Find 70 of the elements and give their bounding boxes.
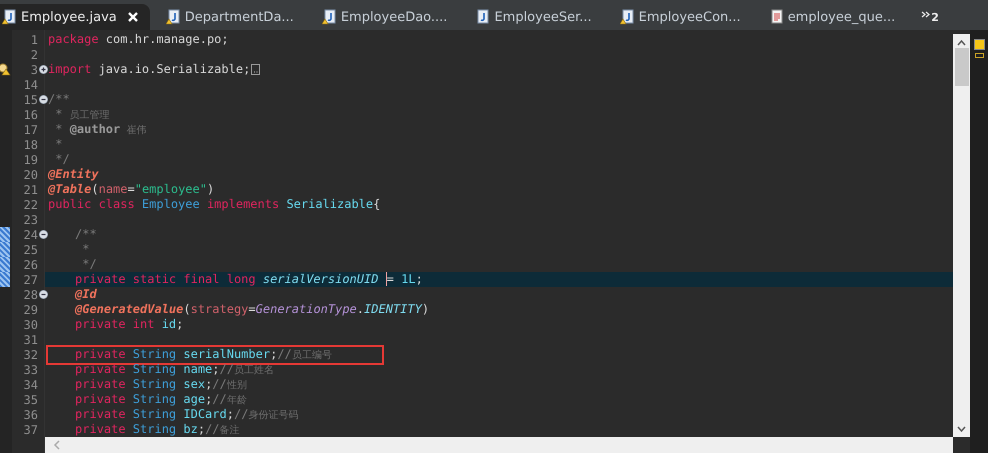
line-number: 29 <box>24 302 38 316</box>
line-number: 27 <box>24 272 38 286</box>
scrollbar-thumb[interactable] <box>954 48 968 86</box>
line-number: 19 <box>24 152 38 166</box>
line-number: 2 <box>30 48 38 62</box>
collapse-icon[interactable] <box>39 95 48 104</box>
collapse-icon[interactable] <box>39 230 48 239</box>
code-line: */ <box>81 257 97 272</box>
line-number: 18 <box>24 138 38 152</box>
code-line: @GeneratedValue(strategy=GenerationType.IDENTITY) <box>75 302 430 317</box>
editor-tab[interactable]: DepartmentDa... <box>164 4 306 30</box>
scroll-down-icon[interactable] <box>957 426 966 433</box>
code-line: @Entity <box>48 167 99 182</box>
code-line: * 员工管理 <box>54 106 110 122</box>
code-line: package com.hr.manage.po; <box>48 32 229 47</box>
collapse-icon[interactable] <box>39 290 48 299</box>
line-number: 32 <box>24 348 38 362</box>
code-line: @Table(name="employee") <box>48 182 214 197</box>
code-line: import java.io.Serializable; <box>48 62 250 77</box>
code-line: public class Employee implements Serializable{ <box>48 197 380 212</box>
scroll-up-icon[interactable] <box>957 39 966 46</box>
line-number: 20 <box>24 168 38 182</box>
code-line: * <box>81 242 90 257</box>
folded-code-icon[interactable] <box>251 64 260 75</box>
expand-icon[interactable] <box>39 65 48 74</box>
line-number: 22 <box>24 198 38 212</box>
line-number: 21 <box>24 182 38 196</box>
double-chevron-icon[interactable] <box>921 10 930 18</box>
line-number: 25 <box>24 242 38 256</box>
close-icon[interactable] <box>128 12 138 22</box>
line-number: 36 <box>24 408 38 422</box>
line-number: 31 <box>24 332 38 346</box>
overview-warning-marker[interactable] <box>974 53 984 58</box>
line-number: 28 <box>24 288 38 302</box>
line-number: 35 <box>24 392 38 406</box>
code-line: private String IDCard;//身份证号码 <box>75 406 298 422</box>
hidden-tab-count: 2 <box>931 10 939 24</box>
code-line: /** <box>48 92 70 107</box>
code-line: private String name;//员工姓名 <box>75 362 274 378</box>
line-number: 14 <box>24 78 38 92</box>
line-number: 15 <box>24 92 38 106</box>
code-line: private int id; <box>75 317 184 332</box>
code-line: * <box>54 137 62 152</box>
code-line: @Id <box>75 287 97 302</box>
line-number: 37 <box>24 422 38 436</box>
editor-tab[interactable]: EmployeeDao.... <box>320 4 460 30</box>
line-number: 17 <box>24 122 38 136</box>
line-number: 26 <box>24 258 38 272</box>
line-number: 1 <box>30 32 38 46</box>
line-number: 33 <box>24 362 38 376</box>
line-number: 23 <box>24 212 38 226</box>
code-line: private static final long serialVersionUID = 1L; <box>75 272 423 287</box>
vertical-scrollbar[interactable] <box>953 34 970 437</box>
line-number: 24 <box>24 228 38 242</box>
code-line: private String sex;//性别 <box>75 376 247 392</box>
editor-tab[interactable]: EmployeeSer... <box>473 4 604 30</box>
line-number: 16 <box>24 108 38 122</box>
overview-status-marker <box>974 39 984 50</box>
editor-tab[interactable]: EmployeeCon... <box>618 4 753 30</box>
editor-tab[interactable]: employee_que... <box>766 4 908 30</box>
code-line: /** <box>75 227 97 242</box>
code-line: */ <box>54 152 70 167</box>
code-line: * @author 崔伟 <box>54 122 146 138</box>
highlighted-code-line: private String serialNumber;//员工编号 <box>48 346 382 362</box>
line-number: 34 <box>24 378 38 392</box>
editor-tab[interactable]: Employee.java <box>0 4 150 30</box>
line-number: 3 <box>30 62 38 76</box>
code-line: private String bz;//备注 <box>75 422 240 437</box>
code-line: private String age;//年龄 <box>75 392 247 408</box>
line-number: 30 <box>24 318 38 332</box>
